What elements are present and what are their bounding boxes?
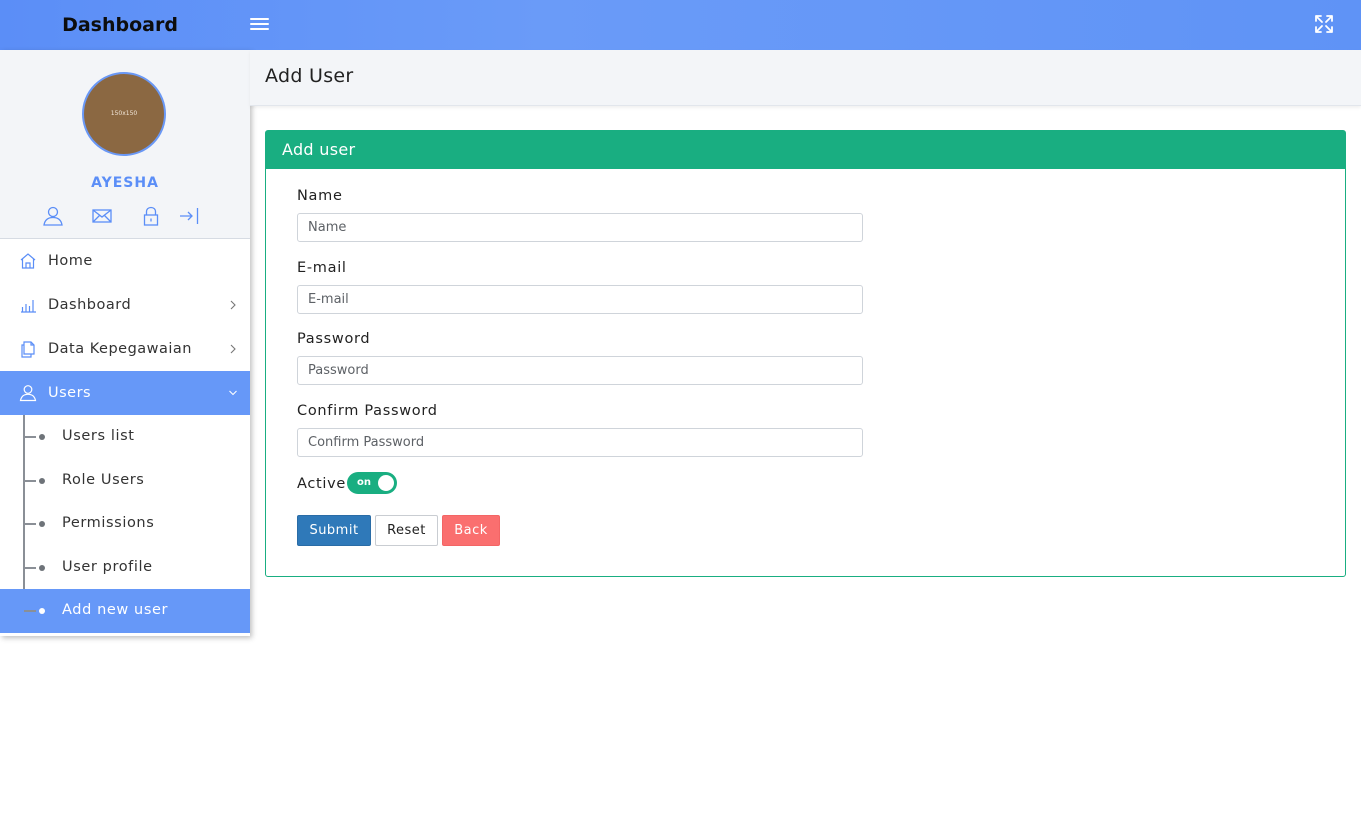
chevron-down-icon [229, 390, 237, 396]
sidebar-menu: Home Dashboard Data Kepegawaian Users Us… [0, 239, 250, 633]
user-icon [19, 385, 37, 402]
profile-panel: 150x150 AYESHA [0, 50, 250, 239]
sidebar-item-data-kepegawaian[interactable]: Data Kepegawaian [0, 327, 250, 371]
bullet-icon [39, 434, 45, 440]
submit-button[interactable]: Submit [297, 515, 371, 546]
bullet-icon [39, 608, 45, 615]
chevron-right-icon [230, 300, 236, 310]
sidebar-item-dashboard[interactable]: Dashboard [0, 283, 250, 327]
submenu-item-add-new-user[interactable]: Add new user [0, 589, 250, 633]
top-navbar: Dashboard [0, 0, 1361, 50]
documents-icon [21, 341, 35, 358]
submenu-item-label: User profile [62, 558, 153, 575]
username: AYESHA [91, 175, 159, 191]
avatar[interactable]: 150x150 [82, 72, 166, 156]
email-label: E-mail [297, 260, 347, 276]
sidebar-item-users[interactable]: Users [0, 371, 250, 415]
bullet-icon [39, 477, 45, 484]
submenu-item-user-profile[interactable]: User profile [0, 546, 250, 590]
sidebar-item-label: Home [48, 253, 93, 269]
password-input[interactable] [297, 356, 863, 385]
users-submenu: Users list Role Users Permissions User p… [0, 415, 250, 633]
bullet-icon [39, 564, 45, 571]
hamburger-icon[interactable] [250, 15, 269, 33]
page-title: Add User [265, 65, 354, 87]
submenu-item-users-list[interactable]: Users list [0, 415, 250, 459]
chevron-right-icon [230, 344, 236, 354]
submenu-item-permissions[interactable]: Permissions [0, 502, 250, 546]
sidebar-item-label: Data Kepegawaian [48, 341, 193, 357]
page-header: Add User [250, 50, 1361, 106]
submenu-item-role-users[interactable]: Role Users [0, 459, 250, 503]
toggle-knob [378, 475, 394, 491]
confirm-password-input[interactable] [297, 428, 863, 457]
card-title: Add user [266, 131, 1345, 169]
submenu-item-label: Users list [62, 428, 135, 444]
back-button[interactable]: Back [442, 515, 500, 546]
fullscreen-icon[interactable] [1313, 13, 1335, 35]
user-icon[interactable] [42, 205, 64, 227]
active-label: Active [297, 476, 347, 492]
toggle-state-text: on [357, 477, 371, 488]
submenu-item-label: Permissions [62, 515, 155, 532]
sidebar-item-label: Users [48, 385, 92, 401]
active-toggle[interactable]: on [347, 472, 397, 494]
home-icon [20, 253, 36, 269]
confirm-password-label: Confirm Password [297, 403, 438, 419]
sidebar-item-home[interactable]: Home [0, 239, 250, 283]
sidebar: 150x150 AYESHA Home Dashboard Data Kepeg… [0, 50, 250, 636]
brand-title[interactable]: Dashboard [0, 0, 240, 50]
reset-button[interactable]: Reset [375, 515, 438, 546]
bar-chart-icon [21, 300, 36, 313]
sidebar-item-label: Dashboard [48, 297, 132, 313]
profile-quick-actions [0, 205, 250, 227]
add-user-card: Add user Name E-mail Password Confirm Pa… [265, 130, 1346, 577]
name-input[interactable] [297, 213, 863, 242]
name-label: Name [297, 188, 343, 204]
mail-icon[interactable] [91, 205, 113, 227]
logout-icon[interactable] [178, 205, 200, 227]
bullet-icon [39, 521, 45, 528]
lock-icon[interactable] [140, 205, 162, 227]
submenu-item-label: Role Users [62, 471, 145, 488]
password-label: Password [297, 331, 371, 347]
submenu-item-label: Add new user [62, 602, 169, 619]
email-input[interactable] [297, 285, 863, 314]
